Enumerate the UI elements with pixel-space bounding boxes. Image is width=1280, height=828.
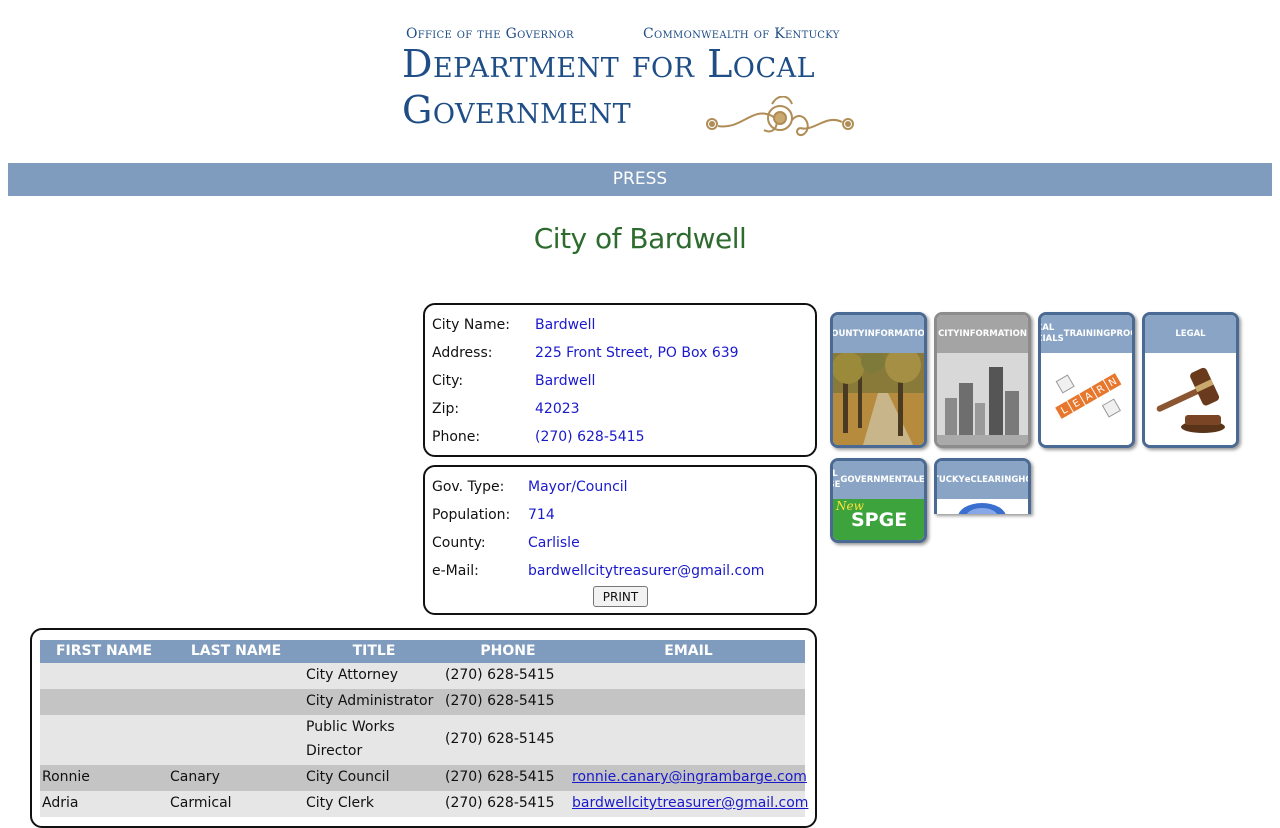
site-logo[interactable]: Office of the Governor Commonwealth of K… bbox=[402, 22, 882, 150]
caption-line: GOVERNMENTAL bbox=[840, 474, 919, 485]
cell-title: City Clerk bbox=[306, 795, 375, 811]
nav-press-link[interactable]: PRESS bbox=[613, 163, 667, 196]
address-label: Address: bbox=[432, 345, 493, 361]
county-value: Carlisle bbox=[528, 535, 580, 551]
logo-line-1: Department for Local bbox=[402, 42, 816, 86]
city-label: City: bbox=[432, 373, 464, 389]
tile-legal[interactable]: LEGAL bbox=[1142, 312, 1239, 448]
city-value: Bardwell bbox=[535, 373, 596, 389]
population-value: 714 bbox=[528, 507, 555, 523]
main-nav-bar: PRESS bbox=[8, 163, 1272, 196]
caption-line: INFORMATION bbox=[959, 328, 1027, 339]
tile-city-information[interactable]: CITY INFORMATION bbox=[934, 312, 1031, 448]
table-row: City Attorney (270) 628-5415 bbox=[40, 663, 805, 689]
header-title: TITLE bbox=[352, 643, 396, 659]
tile-county-information[interactable]: COUNTYINFORMATION bbox=[830, 312, 927, 448]
caption-line: INFORMATION bbox=[864, 328, 927, 339]
cell-email: bardwellcitytreasurer@gmail.com bbox=[572, 795, 808, 811]
table-header: FIRST NAME LAST NAME TITLE PHONE EMAIL bbox=[40, 640, 805, 663]
cell-title: City Administrator bbox=[306, 693, 434, 709]
tile-caption: LOCAL OFFICIALSTRAININGPROGRAM bbox=[1041, 315, 1132, 353]
email-value[interactable]: bardwellcitytreasurer@gmail.com bbox=[528, 563, 764, 579]
header-email: EMAIL bbox=[664, 643, 713, 659]
cell-phone: (270) 628-5145 bbox=[445, 731, 555, 747]
city-skyline-image bbox=[937, 353, 1028, 445]
county-label: County: bbox=[432, 535, 486, 551]
spge-banner: New SPGE bbox=[833, 499, 924, 540]
gov-type-label: Gov. Type: bbox=[432, 479, 505, 495]
cell-title: Public Works bbox=[306, 719, 395, 735]
cell-phone: (270) 628-5415 bbox=[445, 693, 555, 709]
city-info-box: City Name: Bardwell Address: 225 Front S… bbox=[423, 303, 817, 457]
header-phone: PHONE bbox=[480, 643, 536, 659]
tile-kentucky-eclearinghouse[interactable]: KENTUCKYeCLEARINGHOUSE bbox=[934, 458, 1031, 514]
logo-office-label: Office of the Governor bbox=[406, 26, 574, 42]
cell-first-name: Adria bbox=[42, 795, 79, 811]
caption-line: SPECIAL PURPOSE bbox=[832, 469, 841, 490]
email-label: e-Mail: bbox=[432, 563, 479, 579]
tile-caption: COUNTYINFORMATION bbox=[833, 315, 924, 353]
cell-title: City Council bbox=[306, 769, 390, 785]
header-first-name: FIRST NAME bbox=[55, 643, 153, 659]
officials-table: FIRST NAME LAST NAME TITLE PHONE EMAIL C… bbox=[30, 628, 817, 828]
cell-phone: (270) 628-5415 bbox=[445, 795, 555, 811]
government-info-box: Gov. Type: Mayor/Council Population: 714… bbox=[423, 465, 817, 615]
population-label: Population: bbox=[432, 507, 511, 523]
zip-value: 42023 bbox=[535, 401, 580, 417]
email-link[interactable]: ronnie.canary@ingrambarge.com bbox=[572, 769, 807, 785]
eclearinghouse-seal-icon bbox=[937, 499, 1028, 514]
table-row: City Administrator (270) 628-5415 bbox=[40, 689, 805, 715]
caption-line: TRAINING bbox=[1063, 328, 1111, 339]
cell-phone: (270) 628-5415 bbox=[445, 667, 555, 683]
cell-last-name: Carmical bbox=[170, 795, 232, 811]
logo-line-2: Government bbox=[402, 88, 632, 132]
cell-phone: (270) 628-5415 bbox=[445, 769, 555, 785]
tile-caption: CITY INFORMATION bbox=[937, 315, 1028, 353]
city-name-value: Bardwell bbox=[535, 317, 596, 333]
phone-label: Phone: bbox=[432, 429, 481, 445]
gavel-image bbox=[1145, 353, 1236, 445]
phone-value: (270) 628-5415 bbox=[535, 429, 645, 445]
gov-type-value: Mayor/Council bbox=[528, 479, 628, 495]
address-value: 225 Front Street, PO Box 639 bbox=[535, 345, 739, 361]
tile-caption: LEGAL bbox=[1145, 315, 1236, 353]
cell-last-name: Canary bbox=[170, 769, 220, 785]
caption-line: ENTITIES bbox=[918, 474, 925, 485]
spge-text: SPGE bbox=[851, 509, 908, 531]
table-row: Public Works Director (270) 628-5145 bbox=[40, 715, 805, 765]
caption-line: KENTUCKY bbox=[937, 474, 965, 485]
caption-line: CITY bbox=[938, 328, 960, 339]
cell-first-name: Ronnie bbox=[42, 769, 90, 785]
city-name-label: City Name: bbox=[432, 317, 510, 333]
caption-line: eCLEARINGHOUSE bbox=[964, 474, 1028, 485]
tile-special-purpose-entities[interactable]: SPECIAL PURPOSEGOVERNMENTALENTITIES New … bbox=[830, 458, 927, 543]
flourish-ornament-icon bbox=[706, 96, 854, 137]
caption-line: COUNTY bbox=[831, 328, 865, 339]
table-row: Adria Carmical City Clerk (270) 628-5415… bbox=[40, 791, 808, 817]
tile-caption: SPECIAL PURPOSEGOVERNMENTALENTITIES bbox=[833, 461, 924, 499]
zip-label: Zip: bbox=[432, 401, 460, 417]
caption-line: LOCAL OFFICIALS bbox=[1038, 323, 1064, 344]
caption-line: PROGRAM bbox=[1110, 328, 1132, 339]
tile-caption: KENTUCKYeCLEARINGHOUSE bbox=[937, 461, 1028, 499]
table-row: Ronnie Canary City Council (270) 628-541… bbox=[40, 765, 807, 791]
tile-local-officials-training[interactable]: LOCAL OFFICIALSTRAININGPROGRAM L E A R N bbox=[1038, 312, 1135, 448]
header-last-name: LAST NAME bbox=[190, 643, 282, 659]
logo-commonwealth-label: Commonwealth of Kentucky bbox=[643, 26, 840, 42]
print-button[interactable]: PRINT bbox=[593, 586, 648, 607]
email-link[interactable]: bardwellcitytreasurer@gmail.com bbox=[572, 795, 808, 811]
cell-email: ronnie.canary@ingrambarge.com bbox=[572, 769, 807, 785]
learn-blocks-image: L E A R N bbox=[1041, 353, 1132, 445]
autumn-park-image bbox=[833, 353, 924, 445]
page-title: City of Bardwell bbox=[533, 222, 747, 255]
cell-title: City Attorney bbox=[306, 667, 399, 683]
cell-title-line-2: Director bbox=[306, 743, 363, 759]
caption-line: LEGAL bbox=[1175, 328, 1206, 339]
